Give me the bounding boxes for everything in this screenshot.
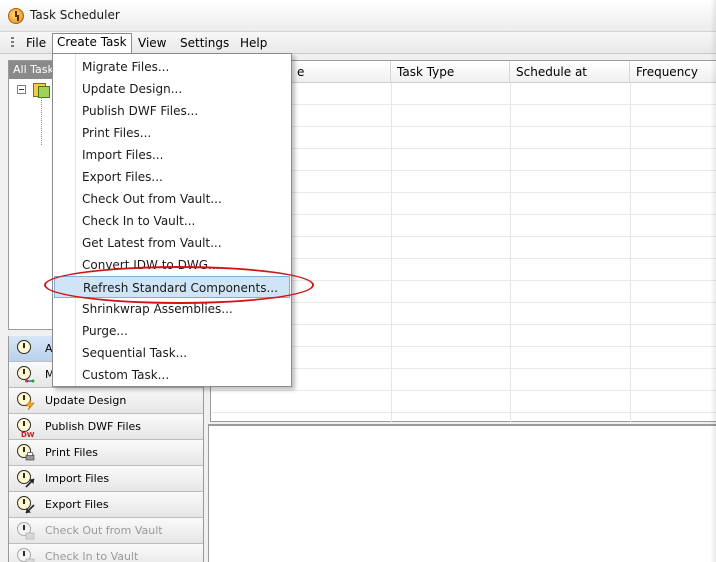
svg-text:DWF: DWF [21, 431, 35, 438]
export-arrow-icon [15, 495, 37, 515]
column-header-schedule-at[interactable]: Schedule at [510, 61, 630, 83]
collapse-icon[interactable] [17, 85, 26, 94]
menubar-grip-icon [11, 37, 14, 49]
menu-item-publish-dwf-files[interactable]: Publish DWF Files... [54, 100, 290, 122]
clock-icon [15, 339, 37, 359]
menu-item-convert-idw-to-dwg[interactable]: Convert IDW to DWG... [54, 254, 290, 276]
menu-item-get-latest-from-vault[interactable]: Get Latest from Vault... [54, 232, 290, 254]
task-folder-icon[interactable] [33, 81, 50, 98]
menu-create-task[interactable]: Create Task [52, 33, 132, 54]
menu-item-custom-task[interactable]: Custom Task... [54, 364, 290, 386]
task-type-check-out-from-vault[interactable]: Check Out from Vault [9, 518, 203, 544]
task-type-label: Check Out from Vault [45, 524, 163, 537]
task-type-label: Export Files [45, 498, 109, 511]
menu-item-check-out-from-vault[interactable]: Check Out from Vault... [54, 188, 290, 210]
task-type-label: Update Design [45, 394, 127, 407]
menu-settings[interactable]: Settings [176, 35, 233, 53]
menu-item-refresh-standard-components[interactable]: Refresh Standard Components... [54, 276, 290, 298]
dwf-icon: DWF [15, 417, 37, 438]
menu-item-shrinkwrap-assemblies[interactable]: Shrinkwrap Assemblies... [54, 298, 290, 320]
menu-item-import-files[interactable]: Import Files... [54, 144, 290, 166]
menu-item-check-in-to-vault[interactable]: Check In to Vault... [54, 210, 290, 232]
tree-connector [41, 97, 42, 145]
task-type-check-in-to-vault[interactable]: Check In to Vault [9, 544, 203, 562]
title-bar: Task Scheduler [0, 0, 716, 32]
column-header-name[interactable]: e [291, 61, 391, 83]
window-shadow [710, 0, 716, 562]
menu-item-export-files[interactable]: Export Files... [54, 166, 290, 188]
menu-item-print-files[interactable]: Print Files... [54, 122, 290, 144]
column-header-task-type[interactable]: Task Type [391, 61, 510, 83]
menu-item-sequential-task[interactable]: Sequential Task... [54, 342, 290, 364]
import-arrow-icon [15, 469, 37, 489]
create-task-dropdown: Migrate Files... Update Design... Publish … [52, 53, 292, 387]
task-type-label: Publish DWF Files [45, 420, 142, 433]
grid-column-divider [510, 83, 511, 423]
grid-column-divider [630, 83, 631, 423]
menu-item-update-design[interactable]: Update Design... [54, 78, 290, 100]
lightning-icon [15, 391, 37, 411]
printer-icon [15, 443, 37, 463]
task-type-publish-dwf-files[interactable]: DWF Publish DWF Files [9, 414, 203, 440]
task-type-label: Import Files [45, 472, 110, 485]
menu-item-migrate-files[interactable]: Migrate Files... [54, 56, 290, 78]
menu-help[interactable]: Help [236, 35, 271, 53]
task-type-label: Check In to Vault [45, 550, 139, 562]
menu-file[interactable]: File [22, 35, 50, 53]
vault-checkin-icon [15, 547, 37, 562]
task-type-update-design[interactable]: Update Design [9, 388, 203, 414]
menu-view[interactable]: View [134, 35, 170, 53]
details-pane [208, 424, 716, 562]
task-type-import-files[interactable]: Import Files [9, 466, 203, 492]
window-title: Task Scheduler [30, 8, 120, 22]
task-scheduler-window: Task Scheduler File View Settings Help C… [0, 0, 716, 562]
task-type-export-files[interactable]: Export Files [9, 492, 203, 518]
column-header-frequency[interactable]: Frequency [630, 61, 716, 83]
app-clock-icon [8, 8, 24, 24]
vault-checkout-icon [15, 521, 37, 541]
task-type-label: Print Files [45, 446, 98, 459]
task-type-print-files[interactable]: Print Files [9, 440, 203, 466]
menu-item-purge[interactable]: Purge... [54, 320, 290, 342]
migrate-icon [15, 365, 37, 385]
grid-column-divider [391, 83, 392, 423]
